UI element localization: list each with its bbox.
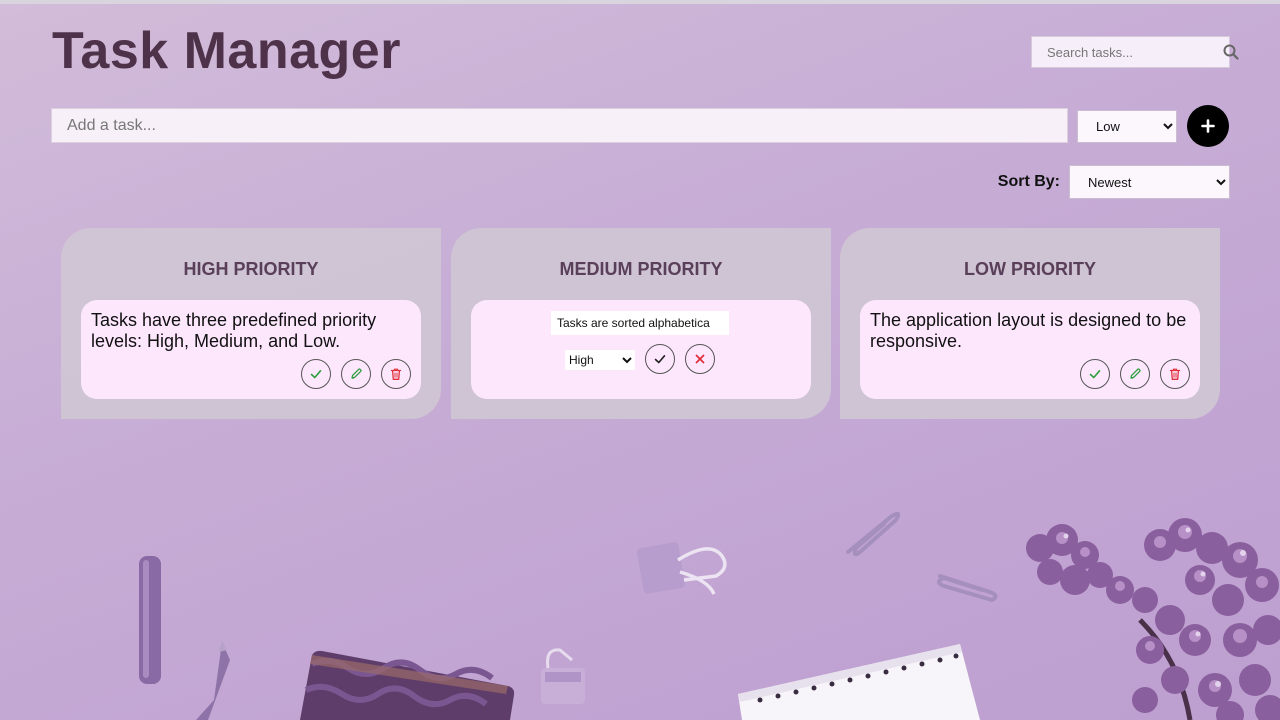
binder-clip-large-illustration [636,542,727,595]
task-card-editing: High [471,300,811,399]
check-icon [654,354,666,364]
task-actions [1080,359,1190,389]
search-input[interactable] [1032,37,1223,67]
pencil-icon [351,368,362,379]
check-icon [310,369,322,379]
page-title: Task Manager [52,22,401,80]
edit-task-input[interactable] [551,311,729,335]
search-bar [1031,36,1239,68]
pen-illustration [139,556,161,684]
low-priority-column: LOW PRIORITY The application layout is d… [840,228,1220,419]
cancel-edit-button[interactable] [685,344,715,374]
task-actions [301,359,411,389]
check-icon [1089,369,1101,379]
trash-icon [390,368,402,380]
search-icon[interactable] [1223,37,1239,67]
save-edit-button[interactable] [645,344,675,374]
x-icon [695,354,705,364]
fountain-pen-illustration [196,640,230,720]
medium-priority-column: MEDIUM PRIORITY High [451,228,831,419]
task-card: The application layout is designed to be… [860,300,1200,399]
high-priority-column: HIGH PRIORITY Tasks have three predefine… [61,228,441,419]
priority-select[interactable]: High Medium Low [1077,110,1177,143]
complete-button[interactable] [1080,359,1110,389]
binder-clip-illustration [541,648,585,704]
column-title-low: LOW PRIORITY [964,259,1096,279]
sort-select[interactable]: Newest [1069,165,1230,199]
wallet-illustration [300,650,515,720]
background-decoration [139,511,1280,720]
sort-label: Sort By: [997,173,1060,190]
edit-actions [645,344,715,374]
edit-button[interactable] [1120,359,1150,389]
notebook-illustration [738,644,980,720]
paper-clip-illustration [846,511,998,603]
add-task-button[interactable] [1187,105,1229,147]
plus-icon [1201,119,1215,133]
column-title-medium: MEDIUM PRIORITY [559,259,723,279]
edit-button[interactable] [341,359,371,389]
pencil-icon [1130,368,1141,379]
task-card: Tasks have three predefined priority lev… [81,300,421,399]
trash-icon [1169,368,1181,380]
task-text: Tasks have three predefined priority lev… [91,310,377,351]
task-text: The application layout is designed to be… [870,310,1187,351]
complete-button[interactable] [301,359,331,389]
lilac-flowers-illustration [1026,518,1280,720]
add-task-input[interactable] [51,108,1068,143]
top-border [0,0,1280,4]
delete-button[interactable] [381,359,411,389]
column-title-high: HIGH PRIORITY [183,259,319,279]
edit-priority-select[interactable]: High [565,350,635,370]
delete-button[interactable] [1160,359,1190,389]
